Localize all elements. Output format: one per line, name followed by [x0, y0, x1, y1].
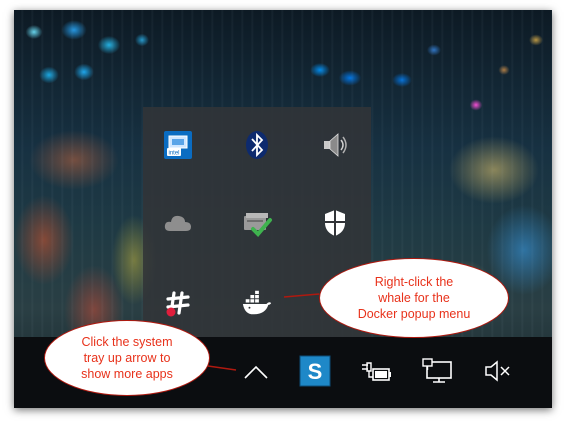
- docker-callout-line: whale for the: [378, 291, 450, 305]
- docker-callout-line: Right-click the: [374, 275, 454, 289]
- tray-callout-line: tray up arrow to: [83, 351, 171, 365]
- tray-callout-pointer: [207, 365, 237, 371]
- docker-callout-text: Right-click the whale for the Docker pop…: [358, 274, 471, 322]
- docker-callout-line: Docker popup menu: [357, 307, 471, 321]
- tray-callout-line: show more apps: [81, 367, 173, 381]
- tray-callout-line: Click the system: [81, 335, 173, 349]
- screenshot-frame: intel S Right-click the whale for the Do…: [14, 10, 552, 408]
- tray-callout-text: Click the system tray up arrow to show m…: [81, 334, 173, 382]
- docker-callout-pointer: [283, 293, 320, 298]
- docker-callout: Right-click the whale for the Docker pop…: [319, 258, 509, 338]
- tray-arrow-callout: Click the system tray up arrow to show m…: [44, 320, 210, 396]
